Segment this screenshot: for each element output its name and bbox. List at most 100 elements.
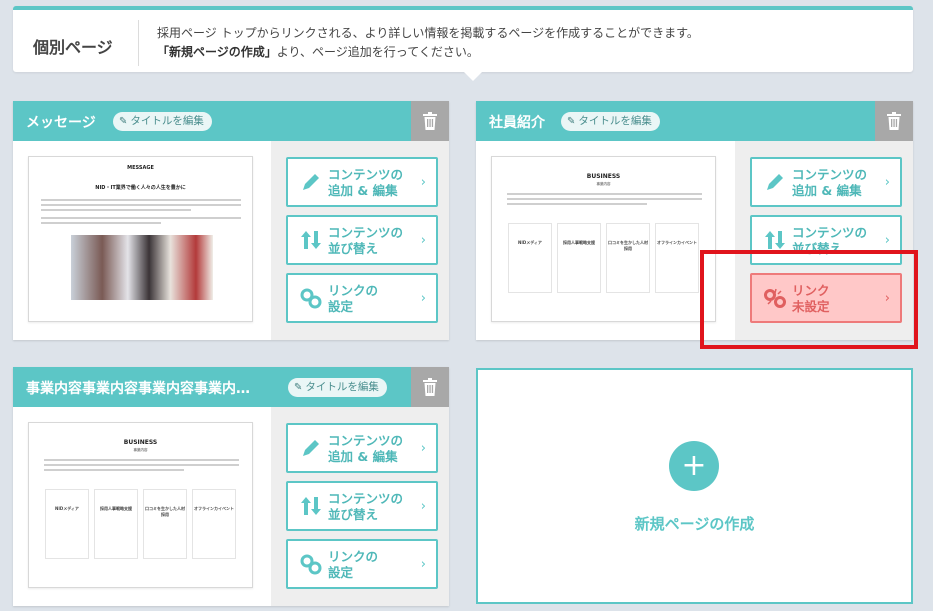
edit-contents-button[interactable]: コンテンツの 追加 & 編集 ›	[286, 423, 438, 473]
text-line	[507, 193, 702, 195]
pencil-icon	[303, 440, 319, 456]
office-photo	[71, 235, 213, 300]
feature-title: 口コミを生かした人材採用	[145, 506, 185, 517]
pencil-icon: ✎	[119, 116, 128, 127]
sort-contents-button[interactable]: コンテンツの 並び替え ›	[286, 481, 438, 531]
text-line	[41, 217, 241, 219]
trash-icon	[423, 378, 437, 396]
card-header: 社員紹介 ✎ タイトルを編集	[476, 101, 913, 141]
action-label: コンテンツの	[328, 433, 404, 448]
feature-box: NIDメディア	[508, 223, 552, 293]
action-label: 並び替え	[328, 241, 379, 256]
action-label: 追加 & 編集	[792, 183, 862, 198]
thumb-heading: BUSINESS	[586, 173, 621, 180]
chevron-right-icon: ›	[420, 557, 426, 572]
action-label: コンテンツの	[328, 225, 404, 240]
info-line-2-rest: より、ページ追加を行ってください。	[276, 45, 479, 59]
action-label: 並び替え	[328, 507, 379, 522]
sort-contents-button[interactable]: コンテンツの 並び替え ›	[286, 215, 438, 265]
card-title: 事業内容事業内容事業内容事業内…	[26, 381, 250, 397]
delete-button[interactable]	[411, 101, 449, 141]
create-new-page-button[interactable]: + 新規ページの作成	[476, 368, 913, 604]
text-line	[41, 222, 161, 224]
chevron-right-icon: ›	[420, 499, 426, 514]
edit-title-label: タイトルを編集	[305, 381, 379, 393]
feature-title: 採用人事戦略支援	[100, 506, 132, 511]
action-label: コンテンツの	[328, 491, 404, 506]
feature-box: 口コミを生かした人材採用	[606, 223, 650, 293]
feature-box: オフラインカイベント	[655, 223, 699, 293]
thumb-heading: BUSINESS	[123, 439, 158, 446]
card-header: 事業内容事業内容事業内容事業内… ✎ タイトルを編集	[13, 367, 449, 407]
chevron-right-icon: ›	[420, 291, 426, 306]
card-title: メッセージ	[26, 115, 96, 131]
card-actions: コンテンツの 追加 & 編集 › コンテンツの 並び替え › リンクの 設定 ›	[271, 141, 449, 340]
edit-contents-button[interactable]: コンテンツの 追加 & 編集 ›	[286, 157, 438, 207]
pencil-icon	[767, 174, 783, 190]
edit-title-button[interactable]: ✎ タイトルを編集	[288, 378, 387, 397]
page-title: 個別ページ	[33, 38, 113, 57]
delete-button[interactable]	[411, 367, 449, 407]
sort-arrows-icon	[765, 231, 785, 249]
trash-icon	[423, 112, 437, 130]
thumb-subheading: 事業内容	[596, 182, 611, 186]
chevron-right-icon: ›	[420, 233, 426, 248]
card-body: BUSINESS 事業内容 NIDメディア 採用人事戦略支援 口コミを生かした人…	[13, 407, 449, 606]
feature-title: 採用人事戦略支援	[563, 240, 595, 245]
action-label: コンテンツの	[792, 167, 868, 182]
action-label: コンテンツの	[328, 167, 404, 182]
plus-icon: +	[669, 441, 719, 491]
edit-title-button[interactable]: ✎ タイトルを編集	[113, 112, 212, 131]
edit-title-label: タイトルを編集	[578, 115, 652, 127]
feature-title: NIDメディア	[55, 506, 79, 511]
link-settings-button[interactable]: リンクの 設定 ›	[286, 539, 438, 589]
edit-title-button[interactable]: ✎ タイトルを編集	[561, 112, 660, 131]
thumb-subheading: NID・IT業界で働く人々の人生を豊かに	[95, 185, 186, 191]
action-label: コンテンツの	[792, 225, 868, 240]
action-label: 追加 & 編集	[328, 183, 398, 198]
create-new-page-label: 新規ページの作成	[634, 515, 755, 533]
feature-title: オフラインカイベント	[194, 506, 234, 511]
card-title: 社員紹介	[489, 115, 545, 131]
feature-box: 口コミを生かした人材採用	[143, 489, 187, 559]
action-label: リンクの	[328, 283, 379, 298]
action-label: 設定	[328, 299, 354, 314]
page-thumbnail[interactable]: BUSINESS 事業内容 NIDメディア 採用人事戦略支援 口コミを生かした人…	[28, 422, 253, 588]
page-thumbnail[interactable]: BUSINESS 事業内容 NIDメディア 採用人事戦略支援 口コミを生かした人…	[491, 156, 716, 322]
feature-box: 採用人事戦略支援	[557, 223, 601, 293]
info-line-2: 「新規ページの作成」より、ページ追加を行ってください。	[157, 43, 699, 62]
chevron-right-icon: ›	[420, 441, 426, 456]
feature-title: NIDメディア	[518, 240, 542, 245]
page-thumbnail[interactable]: MESSAGE NID・IT業界で働く人々の人生を豊かに	[28, 156, 253, 322]
link-icon	[300, 288, 322, 309]
feature-box: NIDメディア	[45, 489, 89, 559]
thumb-subheading: 事業内容	[133, 448, 148, 452]
card-actions: コンテンツの 追加 & 編集 › コンテンツの 並び替え › リンクの 設定 ›	[271, 407, 449, 606]
feature-title: オフラインカイベント	[657, 240, 697, 245]
trash-icon	[887, 112, 901, 130]
text-line	[44, 464, 239, 466]
feature-box: オフラインカイベント	[192, 489, 236, 559]
pencil-icon: ✎	[294, 382, 303, 393]
action-label: 追加 & 編集	[328, 449, 398, 464]
info-line-1: 採用ページ トップからリンクされる、より詳しい情報を掲載するページを作成すること…	[157, 26, 699, 40]
text-line	[507, 198, 702, 200]
text-line	[41, 199, 241, 201]
chevron-right-icon: ›	[884, 175, 890, 190]
edit-contents-button[interactable]: コンテンツの 追加 & 編集 ›	[750, 157, 902, 207]
feature-title: 口コミを生かした人材採用	[608, 240, 648, 251]
card-header: メッセージ ✎ タイトルを編集	[13, 101, 449, 141]
delete-button[interactable]	[875, 101, 913, 141]
action-label: リンクの	[328, 549, 379, 564]
link-settings-button[interactable]: リンクの 設定 ›	[286, 273, 438, 323]
info-text: 採用ページ トップからリンクされる、より詳しい情報を掲載するページを作成すること…	[157, 24, 699, 62]
page-card-message: メッセージ ✎ タイトルを編集 MESSAGE NID・IT業界で働く人々の人生を…	[13, 101, 449, 340]
text-line	[41, 204, 241, 206]
divider	[138, 20, 139, 66]
text-line	[507, 203, 647, 205]
text-line	[44, 469, 184, 471]
highlight-annotation	[700, 250, 918, 349]
pencil-icon: ✎	[567, 116, 576, 127]
action-label: 設定	[328, 565, 354, 580]
feature-box: 採用人事戦略支援	[94, 489, 138, 559]
